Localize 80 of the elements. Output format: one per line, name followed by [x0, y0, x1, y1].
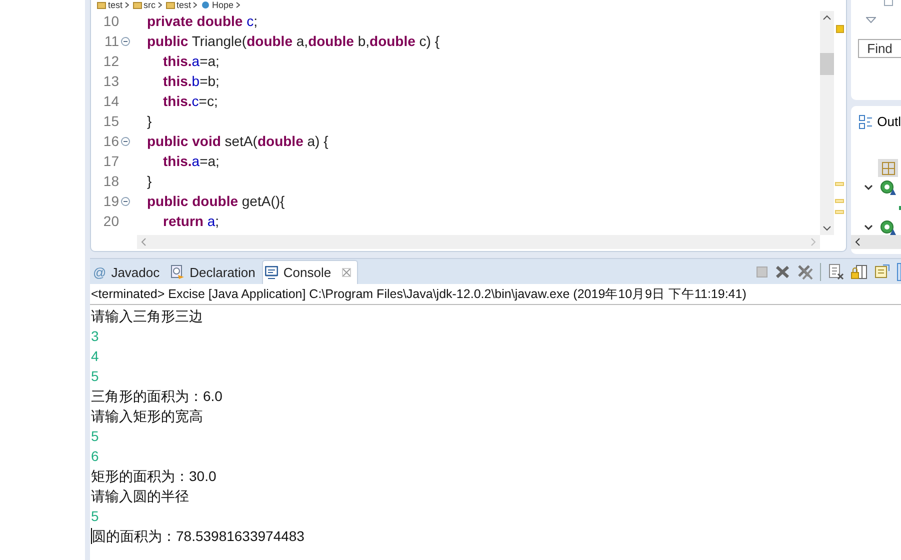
find-field[interactable]: Find — [858, 39, 901, 58]
breadcrumb-item[interactable]: test — [176, 0, 192, 10]
class-icon — [880, 220, 896, 236]
breadcrumb-item[interactable]: Hope — [212, 0, 234, 10]
outline-icon — [859, 114, 874, 128]
toolbar-button[interactable] — [878, 159, 898, 177]
input-text: 5 — [91, 427, 99, 446]
output-text: 请输入圆的半径 — [91, 487, 189, 506]
chevron-down-icon — [823, 226, 832, 231]
document-icon — [874, 264, 890, 280]
class-icon — [201, 1, 210, 9]
code-line: private double c; — [147, 12, 258, 31]
occurrence-marker-icon — [835, 199, 844, 203]
input-text: 6 — [91, 447, 99, 466]
code-line: } — [147, 172, 152, 191]
line-number: 15 — [102, 112, 120, 131]
output-text: 请输入矩形的宽高 — [91, 407, 203, 426]
triangle-down-icon — [866, 17, 876, 23]
chevron-right-icon — [811, 238, 816, 246]
line-number: 13 — [102, 72, 120, 91]
line-number: 17 — [102, 152, 120, 171]
monitor-icon — [265, 266, 278, 279]
close-icon — [342, 268, 352, 277]
output-text: 圆的面积为：78.53981633974483 — [92, 527, 304, 546]
line-number: 18 — [102, 172, 120, 191]
line-number: 14 — [102, 92, 120, 111]
text-cursor — [91, 528, 92, 544]
code-line: this.a=a; — [163, 152, 220, 171]
occurrence-marker-icon — [835, 182, 844, 186]
stop-icon — [756, 266, 768, 278]
folder-icon — [132, 1, 142, 9]
panel-tab[interactable]: Console — [262, 260, 358, 284]
output-text: 矩形的面积为：30.0 — [91, 467, 216, 486]
line-number: 19 — [102, 192, 120, 211]
process-status: <terminated> Excise [Java Application] C:\Program Files\Java\jdk-12.0.2\bin\javaw.exe (2019年10月9日 下午11:19:41) — [90, 284, 901, 305]
code-line: public double getA(){ — [147, 192, 285, 211]
output-text: 三角形的面积为：6.0 — [91, 387, 222, 406]
chevron-up-icon — [823, 15, 832, 20]
code-line: } — [147, 112, 152, 131]
panel-tab[interactable]: Declaration — [166, 260, 262, 284]
code-line: this.c=c; — [163, 92, 218, 111]
code-line: this.b=b; — [163, 72, 220, 91]
line-number: 11 — [103, 32, 120, 51]
code-line: public Triangle(double a,double b,double c) { — [147, 32, 440, 51]
at-sign-icon: @ — [93, 265, 106, 280]
horizontal-scrollbar[interactable] — [851, 235, 901, 249]
input-text: 4 — [91, 347, 99, 366]
class-icon — [880, 180, 896, 196]
chevron-left-icon — [141, 238, 146, 246]
chevron-icon — [124, 1, 129, 9]
document-icon — [828, 264, 844, 280]
cross-icon — [775, 265, 790, 279]
input-text: 3 — [91, 327, 99, 346]
line-number: 16 — [102, 132, 120, 151]
code-line: this.a=a; — [163, 52, 220, 71]
panel-tab[interactable]: @ Javadoc — [90, 260, 167, 284]
output-text: 请输入三角形三边 — [91, 307, 203, 326]
chevron-icon — [158, 1, 162, 9]
code-line: return a; — [163, 212, 220, 231]
chevron-icon — [236, 1, 240, 9]
line-number: 10 — [102, 12, 120, 31]
double-cross-icon — [797, 264, 813, 280]
scrollbar-thumb[interactable] — [820, 53, 834, 75]
code-line: public void setA(double a) { — [147, 132, 328, 151]
breadcrumb-item[interactable]: test — [108, 0, 123, 10]
folder-icon — [97, 1, 106, 9]
breadcrumb-item[interactable]: src — [144, 0, 156, 10]
line-number: 20 — [102, 212, 120, 231]
warning-marker-icon — [836, 25, 844, 33]
grid-icon — [882, 162, 895, 174]
lock-icon — [851, 264, 867, 280]
occurrence-marker-icon — [835, 210, 844, 214]
input-text: 5 — [91, 367, 99, 386]
folder-icon — [166, 1, 175, 9]
document-icon — [170, 265, 185, 280]
chevron-icon — [193, 1, 198, 9]
input-text: 5 — [91, 507, 99, 526]
outline-tab[interactable]: Outl — [877, 114, 901, 129]
line-number: 12 — [102, 52, 120, 71]
chevron-left-icon — [855, 238, 860, 246]
